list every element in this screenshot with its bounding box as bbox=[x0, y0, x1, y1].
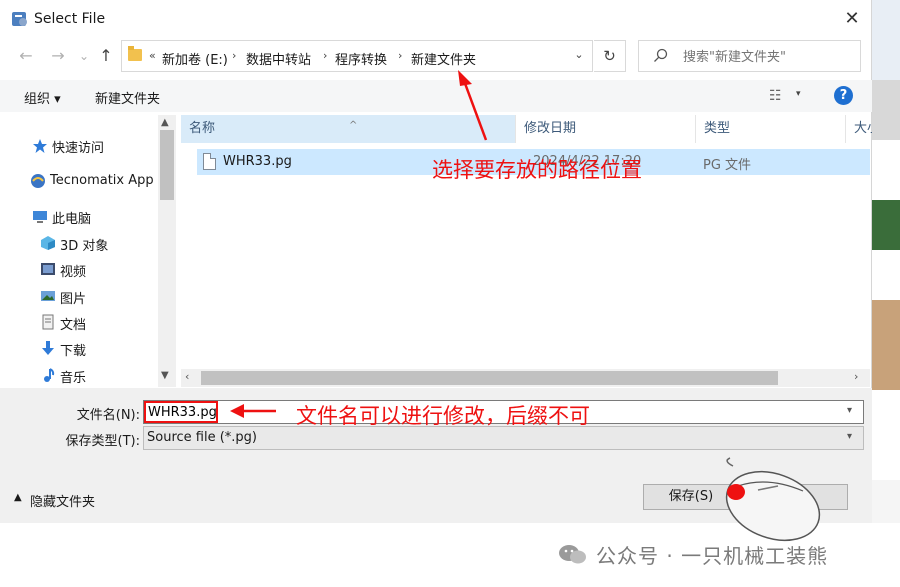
watermark: 公众号 · 一只机械工装熊 bbox=[596, 544, 829, 568]
mouse-icon bbox=[725, 457, 821, 542]
wechat-icon bbox=[559, 545, 586, 564]
annotation-filename-note: 文件名可以进行修改，后缀不可 bbox=[296, 404, 590, 428]
annotation-path-note: 选择要存放的路径位置 bbox=[432, 158, 642, 182]
